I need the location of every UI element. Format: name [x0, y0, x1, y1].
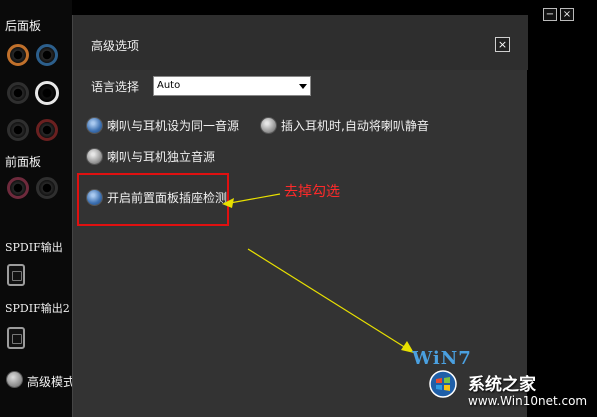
option-same-source[interactable]: 喇叭与耳机设为同一音源	[86, 117, 239, 134]
jack-port-icon[interactable]	[36, 177, 58, 199]
radio-icon[interactable]	[86, 117, 103, 134]
radio-icon[interactable]	[86, 148, 103, 165]
watermark: WiN7 系统之家 www.Win10net.com	[412, 348, 597, 417]
spdif-out2-label: SPDIF输出2	[5, 302, 70, 315]
minimize-icon[interactable]: −	[543, 8, 557, 21]
option-label: 开启前置面板插座检测	[107, 191, 228, 205]
close-icon[interactable]: ×	[560, 8, 574, 21]
radio-icon[interactable]	[260, 117, 277, 134]
jack-port-icon[interactable]	[35, 81, 59, 105]
dialog-titlebar: 高级选项 ×	[73, 15, 528, 70]
spdif-out-label: SPDIF输出	[5, 241, 63, 254]
left-panel: 后面板 前面板 SPDIF输出 SPDIF输出2 高级模式	[0, 0, 75, 417]
dialog-title: 高级选项	[91, 39, 140, 53]
spdif-port-icon[interactable]	[7, 327, 25, 349]
language-label: 语言选择	[91, 80, 140, 94]
advanced-mode-label[interactable]: 高级模式	[27, 373, 75, 390]
jack-port-icon[interactable]	[36, 119, 58, 141]
jack-port-icon[interactable]	[7, 44, 29, 66]
option-label: 喇叭与耳机设为同一音源	[107, 119, 240, 133]
option-front-jack-detection[interactable]: 开启前置面板插座检测	[86, 189, 227, 206]
jack-port-icon[interactable]	[36, 44, 58, 66]
annotation-text: 去掉勾选	[284, 184, 340, 200]
chevron-down-icon[interactable]	[299, 84, 307, 89]
watermark-site-name: 系统之家	[468, 375, 536, 395]
front-panel-label: 前面板	[5, 155, 42, 169]
spdif-port-icon[interactable]	[7, 264, 25, 286]
close-icon[interactable]: ×	[495, 37, 510, 52]
option-label: 喇叭与耳机独立音源	[107, 150, 216, 164]
windows-logo-icon	[429, 370, 457, 398]
rear-panel-label: 后面板	[5, 19, 42, 33]
advanced-mode-radio-icon[interactable]	[6, 371, 23, 388]
jack-port-icon[interactable]	[7, 119, 29, 141]
language-select-value: Auto	[157, 80, 181, 91]
watermark-url: www.Win10net.com	[468, 394, 588, 408]
option-auto-mute[interactable]: 插入耳机时,自动将喇叭静音	[260, 117, 429, 134]
radio-icon[interactable]	[86, 189, 103, 206]
jack-port-icon[interactable]	[7, 82, 29, 104]
jack-port-icon[interactable]	[7, 177, 29, 199]
option-label: 插入耳机时,自动将喇叭静音	[281, 119, 429, 133]
language-select[interactable]: Auto	[153, 76, 311, 96]
option-independent-source[interactable]: 喇叭与耳机独立音源	[86, 148, 215, 165]
watermark-brand: WiN7	[412, 348, 472, 369]
